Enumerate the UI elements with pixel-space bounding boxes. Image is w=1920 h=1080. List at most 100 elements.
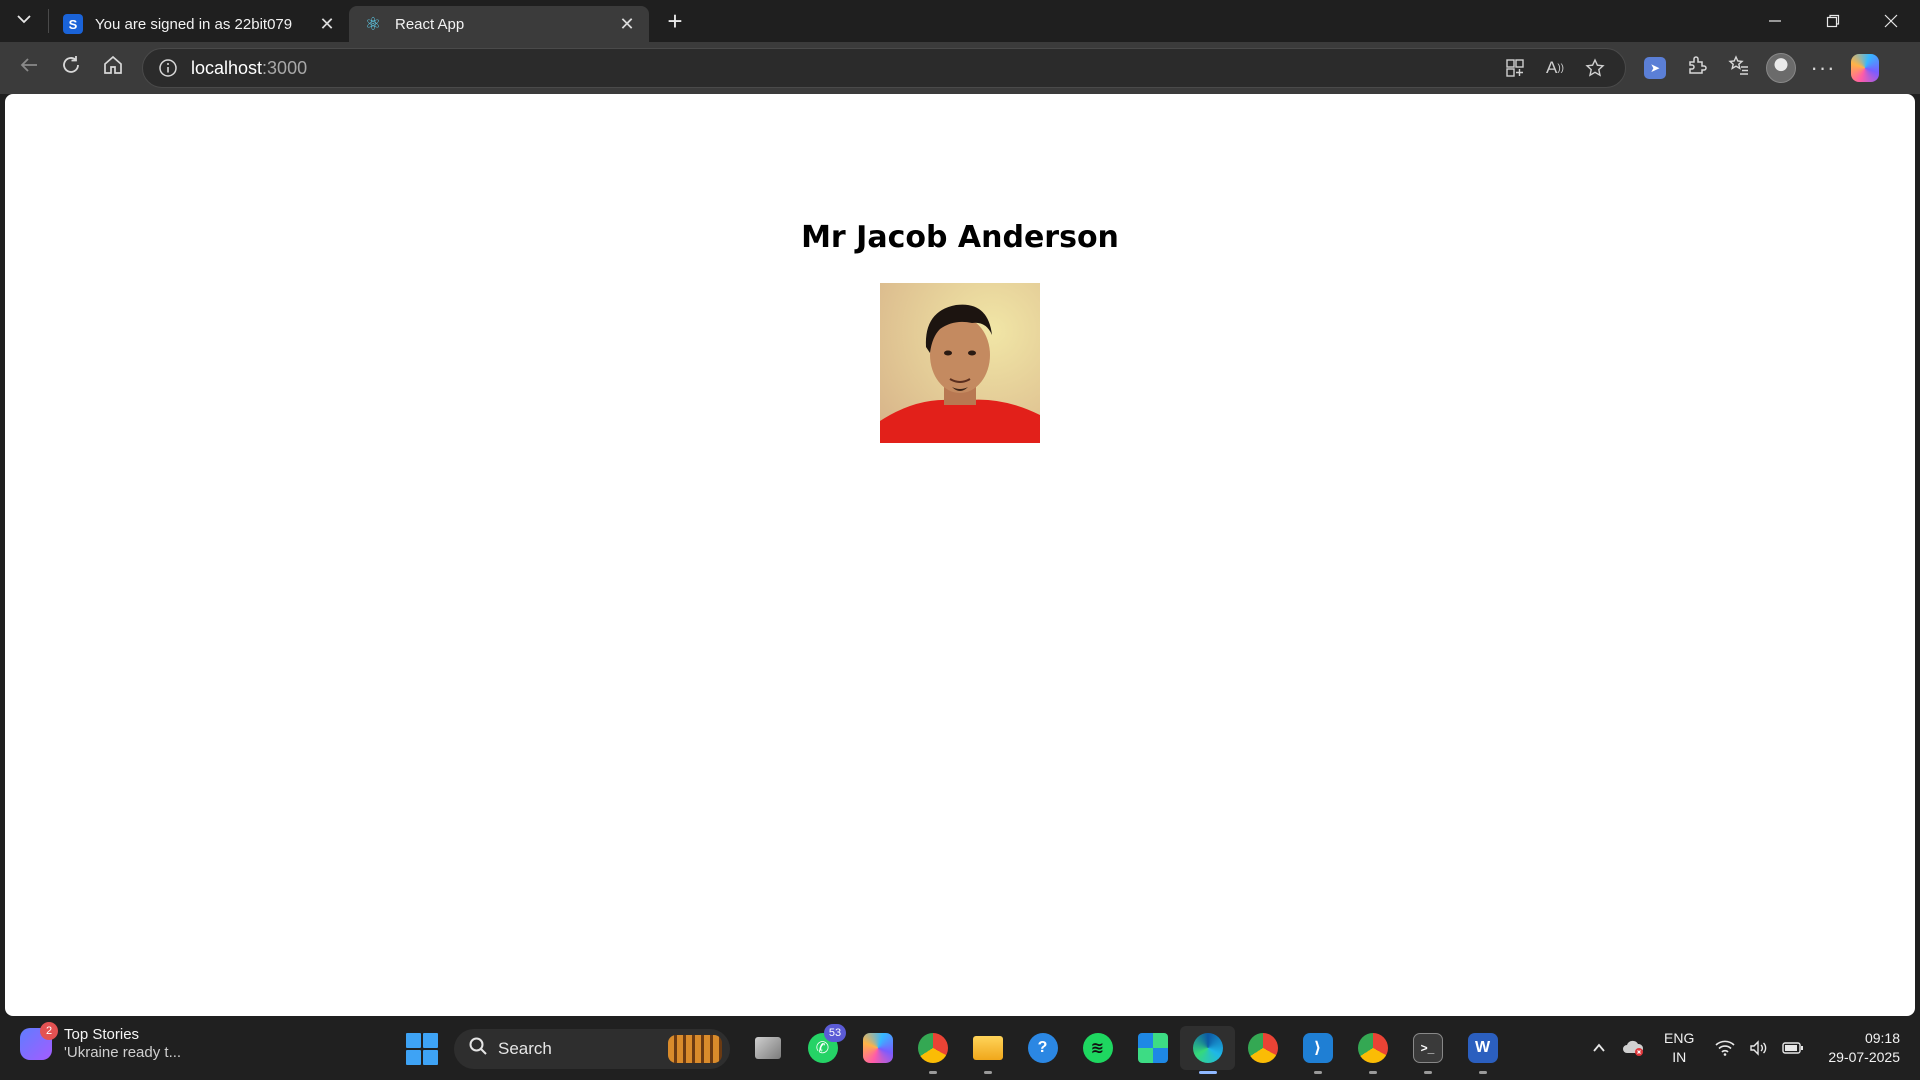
windows-logo-icon <box>423 1033 438 1048</box>
copilot-icon <box>862 1033 893 1063</box>
notification-badge: 2 <box>40 1022 58 1040</box>
search-label: Search <box>498 1039 552 1058</box>
close-icon[interactable]: ✕ <box>615 12 639 36</box>
running-indicator <box>1478 1071 1487 1074</box>
more-horizontal-icon: ··· <box>1810 55 1836 80</box>
page-viewport: Mr Jacob Anderson <box>5 94 1915 1016</box>
task-view-icon <box>754 1037 781 1059</box>
windows-logo-icon <box>423 1050 438 1065</box>
new-tab-button[interactable]: + <box>655 1 695 41</box>
file-explorer-button[interactable] <box>960 1026 1015 1074</box>
extensions-button[interactable] <box>1676 48 1718 88</box>
refresh-icon <box>60 54 82 82</box>
start-button[interactable] <box>406 1033 438 1065</box>
word-button[interactable]: W <box>1455 1026 1510 1074</box>
cursor-extension-icon: ➤ <box>1644 57 1666 79</box>
vscode-icon: ⟩ <box>1302 1033 1333 1063</box>
windows-logo-icon <box>406 1050 421 1065</box>
url-host: localhost <box>191 57 263 78</box>
weather-widget-icon: 2 <box>20 1022 58 1060</box>
favorites-button[interactable] <box>1718 48 1760 88</box>
tab-actions-menu-button[interactable] <box>0 0 48 42</box>
close-window-button[interactable] <box>1862 0 1920 42</box>
chrome-profile-button[interactable] <box>905 1026 960 1074</box>
terminal-icon: >_ <box>1412 1033 1443 1063</box>
chrome-button[interactable] <box>1235 1026 1290 1070</box>
cloud-error-icon[interactable] <box>1616 1039 1650 1057</box>
grid-app-icon <box>1137 1033 1168 1063</box>
wifi-icon[interactable] <box>1708 1040 1742 1056</box>
app-available-icon[interactable] <box>1495 50 1535 86</box>
tab-title: You are signed in as 22bit079 <box>95 15 293 33</box>
back-button[interactable] <box>8 48 50 88</box>
tab-react-app[interactable]: ⚛ React App ✕ <box>349 6 649 42</box>
store-app-button[interactable] <box>1125 1026 1180 1070</box>
favorites-list-icon <box>1728 54 1750 82</box>
minimize-button[interactable] <box>1746 0 1804 42</box>
copilot-icon <box>1851 54 1879 82</box>
tab-title: React App <box>395 15 465 33</box>
extension-button[interactable]: ➤ <box>1634 48 1676 88</box>
clock[interactable]: 09:18 29-07-2025 <box>1828 1029 1900 1067</box>
chrome-icon <box>917 1033 948 1063</box>
running-indicator <box>928 1071 937 1074</box>
restore-button[interactable] <box>1804 0 1862 42</box>
taskbar: 2 Top Stories 'Ukraine ready t... Search… <box>0 1016 1920 1080</box>
star-icon[interactable] <box>1575 50 1615 86</box>
task-view-button[interactable] <box>740 1026 795 1070</box>
tab-strip: S You are signed in as 22bit079 ✕ ⚛ Reac… <box>0 0 1920 42</box>
browser-toolbar: localhost:3000 A)) ➤ ··· <box>0 42 1920 94</box>
chevron-down-icon <box>15 10 33 33</box>
chrome-icon <box>1357 1033 1388 1063</box>
settings-more-button[interactable]: ··· <box>1802 48 1844 88</box>
volume-icon[interactable] <box>1742 1040 1776 1056</box>
url-text[interactable]: localhost:3000 <box>191 58 1495 79</box>
windows-logo-icon <box>406 1033 421 1048</box>
running-indicator <box>983 1071 992 1074</box>
puzzle-icon <box>1686 54 1708 82</box>
url-port: :3000 <box>262 57 308 78</box>
copilot-button[interactable] <box>1844 48 1886 88</box>
help-button[interactable]: ? <box>1015 1026 1070 1070</box>
read-aloud-icon[interactable]: A)) <box>1535 50 1575 86</box>
chrome-second-profile-button[interactable] <box>1345 1026 1400 1074</box>
edge-button[interactable] <box>1180 1026 1235 1074</box>
whatsapp-button[interactable]: ✆ 53 <box>795 1024 850 1070</box>
vscode-button[interactable]: ⟩ <box>1290 1026 1345 1074</box>
copilot-app-button[interactable] <box>850 1026 905 1070</box>
home-button[interactable] <box>92 48 134 88</box>
language-indicator[interactable]: ENG IN <box>1664 1029 1694 1067</box>
widget-text: Top Stories 'Ukraine ready t... <box>64 1026 181 1062</box>
spotify-button[interactable]: ≋ <box>1070 1026 1125 1070</box>
terminal-button[interactable]: >_ <box>1400 1026 1455 1074</box>
close-icon[interactable]: ✕ <box>315 12 339 36</box>
taskbar-search[interactable]: Search <box>454 1029 730 1069</box>
running-indicator <box>1313 1071 1322 1074</box>
page-title: Mr Jacob Anderson <box>801 220 1119 255</box>
window-controls <box>1746 0 1920 42</box>
language-code: ENG <box>1664 1030 1695 1046</box>
chrome-icon <box>1247 1033 1278 1063</box>
widget-title: Top Stories <box>64 1026 140 1043</box>
tab-signed-in[interactable]: S You are signed in as 22bit079 ✕ <box>49 6 349 42</box>
react-logo-icon: ⚛ <box>364 13 382 34</box>
chevron-up-icon[interactable] <box>1582 1040 1616 1056</box>
region-code: IN <box>1672 1049 1687 1065</box>
widget-subtitle: 'Ukraine ready t... <box>64 1044 182 1061</box>
profile-button[interactable] <box>1760 48 1802 88</box>
search-highlight-image <box>668 1035 722 1063</box>
spotify-icon: ≋ <box>1082 1033 1113 1063</box>
clock-date: 29-07-2025 <box>1828 1049 1900 1065</box>
help-icon: ? <box>1027 1033 1058 1063</box>
refresh-button[interactable] <box>50 48 92 88</box>
word-icon: W <box>1467 1033 1498 1063</box>
address-bar[interactable]: localhost:3000 A)) <box>142 48 1626 88</box>
folder-icon <box>972 1036 1003 1060</box>
arrow-left-icon <box>18 54 40 82</box>
running-indicator <box>1368 1071 1377 1074</box>
search-icon <box>468 1036 488 1062</box>
info-icon[interactable] <box>155 55 181 81</box>
battery-icon[interactable] <box>1776 1041 1810 1055</box>
edge-icon <box>1192 1033 1223 1063</box>
news-widget[interactable]: 2 Top Stories 'Ukraine ready t... <box>20 1022 181 1062</box>
